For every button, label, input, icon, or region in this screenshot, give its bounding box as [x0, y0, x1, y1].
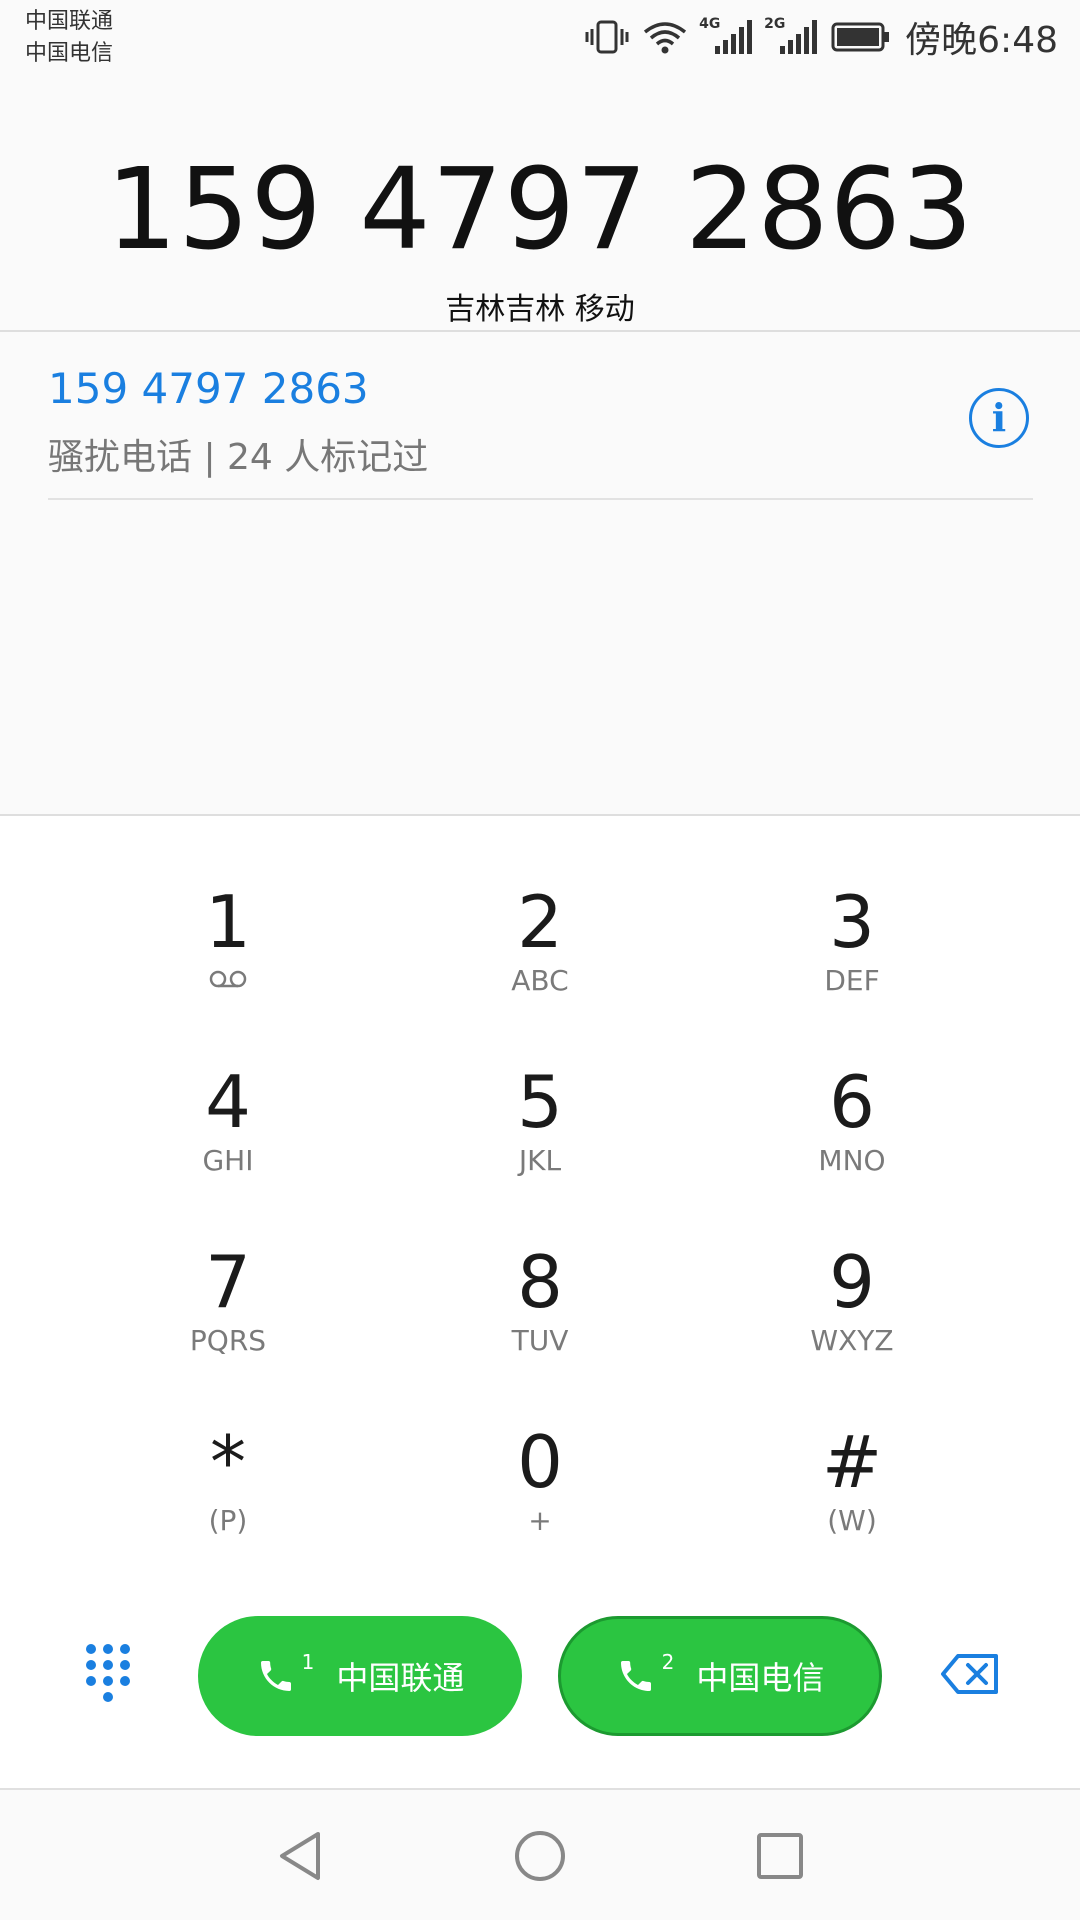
dialpad-toggle-icon[interactable] [78, 1640, 138, 1720]
key-letters: MNO [818, 1144, 886, 1177]
matched-contact-item[interactable]: 159 4797 2863 骚扰电话 | 24 人标记过 i [48, 340, 1033, 500]
spam-tag: 骚扰电话 | 24 人标记过 [48, 437, 429, 478]
key-letters: TUV [511, 1324, 569, 1357]
key-digit: 9 [829, 1240, 875, 1324]
signal-sim2-icon: 2G [764, 16, 818, 54]
call-sim1-label: 中国联通 [336, 1659, 465, 1697]
carrier-labels: 中国联通 中国电信 [25, 6, 113, 70]
call-sim2-label: 中国电信 [696, 1659, 825, 1697]
key-letters: GHI [202, 1144, 254, 1177]
matched-number: 159 4797 2863 [48, 364, 369, 413]
key-letters: DEF [824, 964, 880, 997]
sim-slot-1: 1 [301, 1650, 315, 1674]
key-letters: (W) [827, 1504, 877, 1537]
backspace-icon[interactable] [940, 1652, 1000, 1696]
info-icon[interactable]: i [969, 388, 1029, 448]
key-digit: 1 [205, 880, 251, 964]
carrier-2-label: 中国电信 [25, 41, 114, 66]
status-icons: 4G 2G 傍晚6:48 [585, 14, 1058, 61]
key-digit: 0 [517, 1420, 563, 1504]
wifi-icon [644, 22, 687, 54]
dialed-number[interactable]: 159 4797 2863 [0, 150, 1080, 270]
network-type-2: 2G [764, 16, 786, 32]
key-letters: WXYZ [810, 1324, 894, 1357]
key-hash[interactable]: # (W) [752, 1404, 952, 1554]
recents-icon[interactable] [752, 1828, 808, 1884]
key-0[interactable]: 0 + [440, 1404, 640, 1554]
status-bar: 中国联通 中国电信 4G 2G 傍晚6:48 [0, 0, 1080, 80]
signal-sim1-icon: 4G [699, 16, 753, 54]
key-8[interactable]: 8 TUV [440, 1224, 640, 1374]
battery-icon [831, 22, 890, 52]
key-digit: # [821, 1420, 883, 1504]
key-digit: 6 [829, 1060, 875, 1144]
key-digit: 4 [205, 1060, 251, 1144]
key-6[interactable]: 6 MNO [752, 1044, 952, 1194]
back-icon[interactable] [272, 1828, 328, 1884]
key-digit: 2 [517, 880, 563, 964]
key-digit: 3 [829, 880, 875, 964]
vibrate-icon [585, 20, 629, 54]
key-1[interactable]: 1 [128, 864, 328, 1014]
number-display: 159 4797 2863 吉林吉林 移动 [0, 80, 1080, 332]
key-5[interactable]: 5 JKL [440, 1044, 640, 1194]
key-2[interactable]: 2 ABC [440, 864, 640, 1014]
navigation-bar [0, 1790, 1080, 1920]
number-location: 吉林吉林 移动 [445, 292, 635, 327]
carrier-1-label: 中国联通 [25, 9, 114, 34]
key-digit: 7 [205, 1240, 251, 1324]
home-icon[interactable] [512, 1828, 568, 1884]
clock: 傍晚6:48 [905, 20, 1058, 61]
network-type-1: 4G [699, 16, 721, 32]
key-letters: JKL [518, 1144, 562, 1177]
key-digit: 5 [517, 1060, 563, 1144]
key-letters: (P) [208, 1504, 248, 1537]
phone-icon [260, 1661, 291, 1691]
key-9[interactable]: 9 WXYZ [752, 1224, 952, 1374]
key-letters: ABC [511, 964, 569, 997]
key-letters: + [528, 1504, 552, 1537]
sim-slot-2: 2 [661, 1650, 675, 1674]
call-sim1-button[interactable]: 1 中国联通 [198, 1616, 522, 1736]
voicemail-icon [128, 964, 328, 997]
key-star[interactable]: * (P) [128, 1404, 328, 1554]
key-letters: PQRS [189, 1324, 267, 1357]
key-4[interactable]: 4 GHI [128, 1044, 328, 1194]
phone-icon [620, 1661, 651, 1691]
key-digit: 8 [517, 1240, 563, 1324]
call-sim2-button[interactable]: 2 中国电信 [558, 1616, 882, 1736]
dial-keypad: 1 2 ABC 3 DEF 4 GHI 5 JKL 6 MNO 7 PQRS 8… [0, 814, 1080, 1580]
call-actions: 1 中国联通 2 中国电信 [0, 1580, 1080, 1790]
key-digit: * [210, 1420, 246, 1504]
key-7[interactable]: 7 PQRS [128, 1224, 328, 1374]
key-3[interactable]: 3 DEF [752, 864, 952, 1014]
